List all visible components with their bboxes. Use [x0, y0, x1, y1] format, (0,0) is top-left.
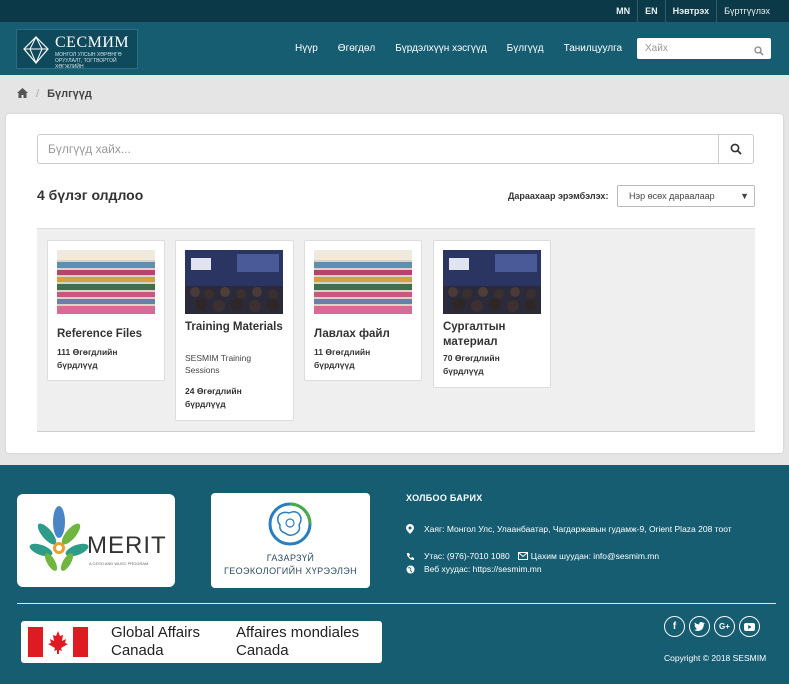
contact-address: Хаяг: Монгол Улс, Улаанбаатар, Чагдаржав… [406, 524, 732, 534]
group-title[interactable]: Reference Files [57, 327, 155, 342]
address-text: Хаяг: Монгол Улс, Улаанбаатар, Чагдаржав… [424, 524, 732, 534]
phone-icon [406, 552, 424, 561]
site-footer: MERIT A CESO AND WUSC PROGRAM ГАЗАРЗҮЙ Г… [0, 465, 789, 684]
group-card[interactable]: Сургалтын материал 70 Өгөгдлийн бүрдлүүд [433, 240, 551, 388]
main-navbar: СЕСМИМ МОНГОЛ УЛСЫН ХӨРӨНГӨ ОРУУЛАЛТ, ТО… [0, 22, 789, 75]
group-card[interactable]: Training Materials SESMIM Training Sessi… [175, 240, 294, 421]
group-dataset-count: 11 Өгөгдлийн бүрдлүүд [314, 347, 371, 370]
email-text[interactable]: Цахим шуудан: info@sesmim.mn [531, 551, 659, 561]
logo-title: СЕСМИМ [55, 34, 130, 51]
social-links: f G+ [664, 616, 764, 637]
merit-logo[interactable]: MERIT A CESO AND WUSC PROGRAM [17, 494, 175, 587]
top-links: MN EN Нэвтрэх Бүртгүүлэх [609, 0, 777, 22]
gac-french-line2: Canada [236, 642, 289, 659]
home-icon[interactable] [17, 87, 28, 101]
group-card[interactable]: Лавлах файл 11 Өгөгдлийн бүрдлүүд [304, 240, 422, 381]
group-card[interactable]: Reference Files 111 Өгөгдлийн бүрдлүүд [47, 240, 165, 381]
sort-label: Дараахаар эрэмбэлэх: [508, 191, 609, 201]
group-thumbnail [443, 250, 541, 314]
group-thumbnail [185, 250, 283, 314]
group-dataset-count: 24 Өгөгдлийн бүрдлүүд [185, 386, 242, 409]
lang-en-link[interactable]: EN [638, 0, 665, 22]
nav-item-groups[interactable]: Бүлгүүд [507, 43, 544, 54]
breadcrumb-current[interactable]: Бүлгүүд [47, 88, 92, 100]
group-search-button[interactable] [718, 135, 753, 163]
contact-phone-email: Утас: (976)-7010 1080 Цахим шуудан: info… [406, 551, 659, 561]
group-search-input[interactable] [38, 135, 718, 163]
gac-french-line1: Affaires mondiales [236, 624, 360, 641]
main-menu: Нүүр Өгөгдөл Бүрдэлхүүн хэсгүүд Бүлгүүд … [295, 22, 642, 75]
globe-icon [406, 565, 424, 574]
nav-item-about[interactable]: Танилцуулга [564, 43, 623, 54]
phone-text[interactable]: Утас: (976)-7010 1080 [424, 551, 510, 561]
merit-wordmark: MERIT [87, 532, 167, 559]
group-dataset-count: 111 Өгөгдлийн бүрдлүүд [57, 347, 118, 370]
merit-subtitle: A CESO AND WUSC PROGRAM [89, 561, 149, 566]
header-search [637, 38, 771, 59]
lang-mn-link[interactable]: MN [609, 0, 637, 22]
envelope-icon [517, 552, 528, 560]
group-description: SESMIM Training Sessions [185, 353, 252, 375]
contact-web: Веб хуудас: https://sesmim.mn [406, 564, 542, 574]
geoecology-name-line2: ГЕОЭКОЛОГИЙН ХҮРЭЭЛЭН [223, 566, 358, 576]
logo-crystal-icon [23, 35, 49, 65]
group-grid: Reference Files 111 Өгөгдлийн бүрдлүүд T… [37, 228, 755, 432]
nav-item-home[interactable]: Нүүр [295, 43, 318, 54]
sort-select-value: Нэр өсөх дараалаар [629, 191, 715, 201]
group-title[interactable]: Training Materials [185, 320, 283, 335]
map-marker-icon [406, 524, 424, 534]
logo-subtitle: МОНГОЛ УЛСЫН ХӨРӨНГӨ ОРУУЛАЛТ, ТОГТВОРТО… [55, 52, 122, 70]
twitter-icon[interactable] [689, 616, 710, 637]
gac-english-line1: Global Affairs [111, 624, 200, 641]
facebook-icon[interactable]: f [664, 616, 685, 637]
top-bar: MN EN Нэвтрэх Бүртгүүлэх [0, 0, 789, 22]
geoecology-logo[interactable]: ГАЗАРЗҮЙ ГЕОЭКОЛОГИЙН ХҮРЭЭЛЭН [211, 493, 370, 588]
caret-down-icon: ▼ [740, 191, 749, 201]
canada-flag-icon [28, 627, 88, 657]
geoecology-emblem-icon [268, 502, 312, 546]
search-icon[interactable] [754, 43, 764, 61]
copyright-text: Copyright © 2018 SESMIM [664, 653, 767, 663]
nav-item-organizations[interactable]: Бүрдэлхүүн хэсгүүд [395, 43, 486, 54]
merit-leaf-icon [29, 506, 89, 571]
global-affairs-canada-logo[interactable]: Global Affairs Canada Affaires mondiales… [21, 621, 382, 663]
search-icon [730, 143, 742, 155]
results-count: 4 бүлэг олдлоо [37, 187, 144, 203]
group-thumbnail [314, 250, 412, 314]
login-link[interactable]: Нэвтрэх [666, 0, 717, 22]
contact-heading: ХОЛБОО БАРИХ [406, 493, 483, 503]
web-text[interactable]: Веб хуудас: https://sesmim.mn [424, 564, 542, 574]
site-logo[interactable]: СЕСМИМ МОНГОЛ УЛСЫН ХӨРӨНГӨ ОРУУЛАЛТ, ТО… [16, 29, 138, 70]
breadcrumb-separator: / [36, 88, 40, 100]
breadcrumb: / Бүлгүүд [0, 75, 789, 113]
google-plus-icon[interactable]: G+ [714, 616, 735, 637]
sort-select[interactable]: Нэр өсөх дараалаар ▼ [617, 185, 755, 207]
footer-divider [17, 603, 776, 604]
group-thumbnail [57, 250, 155, 314]
nav-item-datasets[interactable]: Өгөгдөл [338, 43, 375, 54]
gac-english-line2: Canada [111, 642, 164, 659]
group-dataset-count: 70 Өгөгдлийн бүрдлүүд [443, 353, 500, 376]
header-search-input[interactable] [637, 38, 747, 59]
group-search [37, 134, 754, 164]
main-panel: 4 бүлэг олдлоо Дараахаар эрэмбэлэх: Нэр … [6, 114, 783, 453]
register-link[interactable]: Бүртгүүлэх [717, 0, 777, 22]
youtube-icon[interactable] [739, 616, 760, 637]
group-title[interactable]: Лавлах файл [314, 327, 412, 342]
group-title[interactable]: Сургалтын материал [443, 320, 541, 350]
geoecology-name-line1: ГАЗАРЗҮЙ [266, 553, 315, 563]
